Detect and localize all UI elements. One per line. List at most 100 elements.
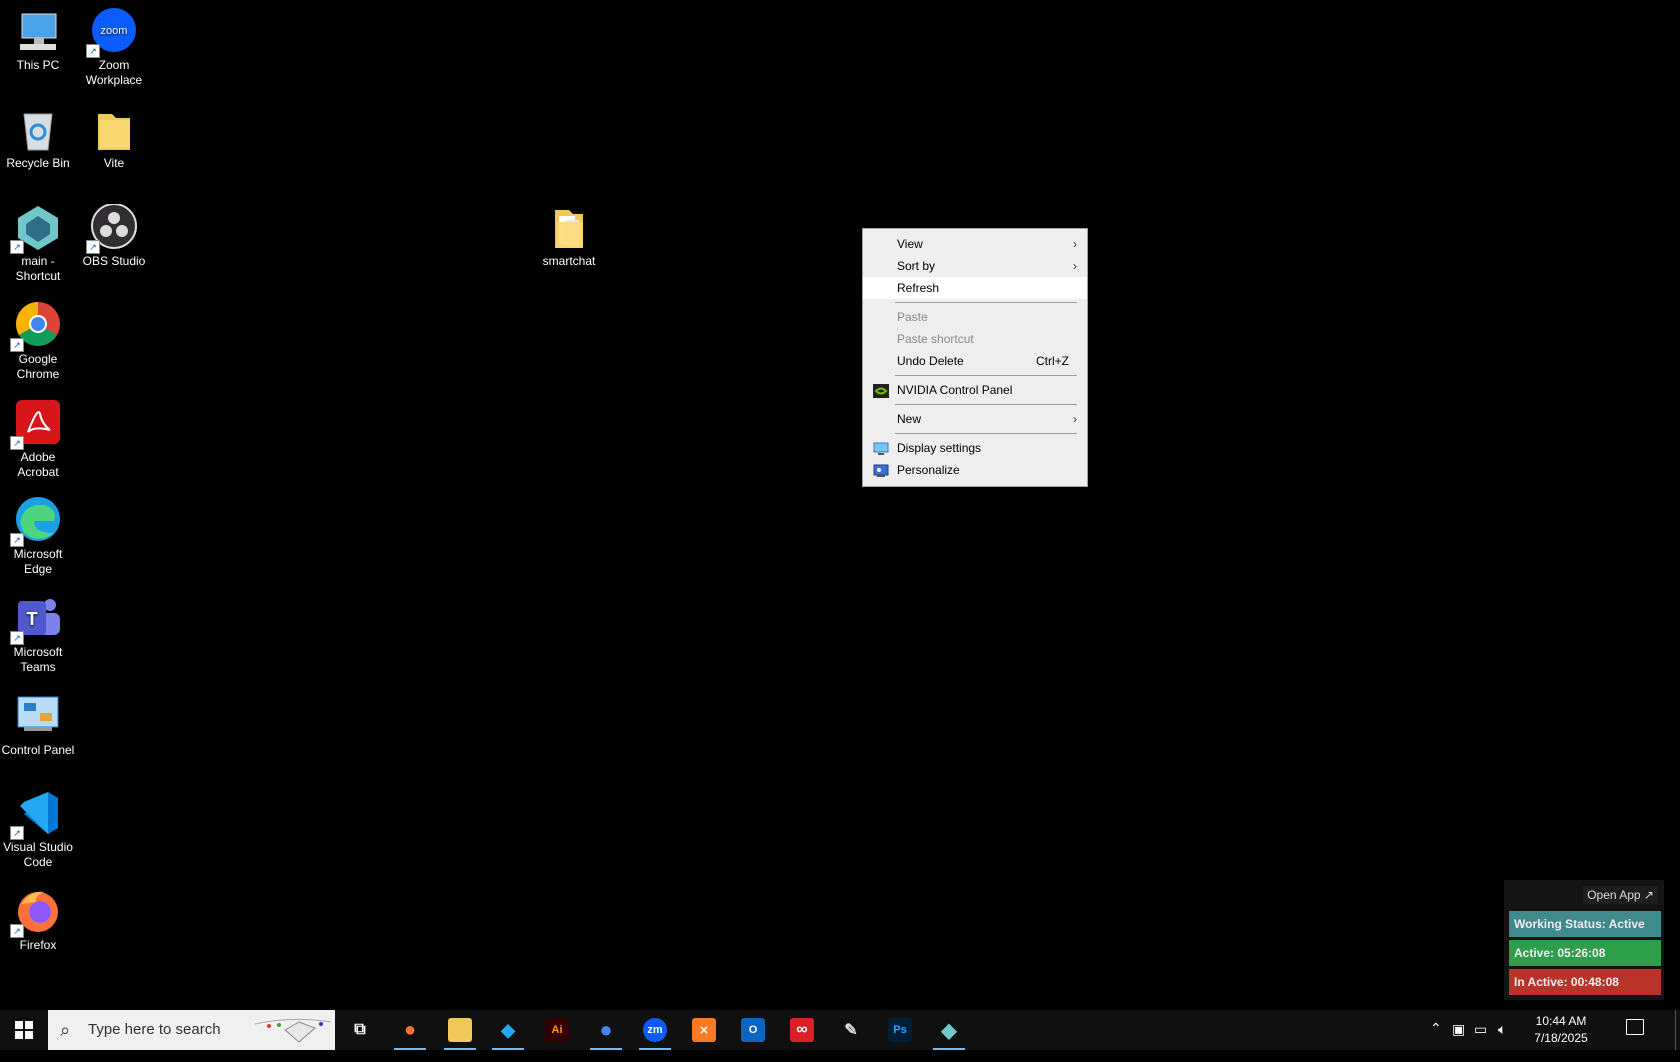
menu-item-new[interactable]: New › [863, 408, 1087, 430]
start-button[interactable] [0, 1010, 48, 1050]
desktop-icon-label: main - Shortcut [15, 254, 61, 283]
desktop-icon-label: Adobe Acrobat [17, 450, 59, 479]
taskbar-main-app[interactable]: ◆ [925, 1010, 973, 1050]
folder-icon [90, 106, 138, 154]
menu-item-label: Personalize [897, 463, 960, 477]
desktop-icon-label: Microsoft Teams [13, 645, 63, 674]
desktop-icon-acrobat[interactable]: ↗ Adobe Acrobat [0, 400, 76, 480]
taskbar: ⌕ Type here to search ⧉ ● ▬ ◆ Ai ● zm ✕ … [0, 1010, 1680, 1050]
task-view-icon: ⧉ [354, 1021, 366, 1038]
firefox-icon: ↗ [10, 888, 62, 938]
desktop-icon-teams[interactable]: T ↗ Microsoft Teams [0, 595, 76, 675]
desktop-icon-chrome[interactable]: ↗ Google Chrome [0, 302, 76, 382]
desktop-icon-smartchat[interactable]: smartchat [531, 204, 607, 269]
desktop-icon-edge[interactable]: ↗ Microsoft Edge [0, 497, 76, 577]
desktop-icon-zoom[interactable]: zoom ↗ Zoom Workplace [76, 8, 152, 88]
firefox-icon: ● [403, 1018, 417, 1041]
menu-item-paste-shortcut[interactable]: Paste shortcut [863, 328, 1087, 350]
chevron-right-icon: › [1073, 237, 1077, 251]
svg-text:zoom: zoom [101, 25, 128, 37]
clock-time: 10:44 AM [1535, 1014, 1587, 1028]
menu-item-undo-delete[interactable]: Undo Delete Ctrl+Z [863, 350, 1087, 372]
desktop-icon-control-panel[interactable]: Control Panel [0, 693, 76, 758]
menu-separator [895, 302, 1077, 303]
taskbar-creative-cloud[interactable]: ∞ [778, 1010, 826, 1050]
notifications-icon[interactable] [1626, 1019, 1644, 1035]
main-app-icon: ↗ [10, 204, 62, 254]
active-time-badge: Active: 05:26:08 [1509, 940, 1661, 966]
desktop-icon-vite[interactable]: Vite [76, 106, 152, 171]
taskbar-pen-tool[interactable]: ✎ [827, 1010, 875, 1050]
shortcut-arrow-icon: ↗ [86, 44, 100, 58]
menu-item-label: Refresh [897, 281, 940, 295]
zoom-icon: zm [643, 1018, 667, 1042]
desktop-icon-label: Zoom Workplace [85, 58, 143, 87]
nvidia-icon [873, 383, 889, 398]
desktop-icon-label: smartchat [542, 254, 596, 268]
network-icon[interactable]: ▭ [1474, 1021, 1487, 1038]
desktop-icon-label: Google Chrome [16, 352, 60, 381]
teams-icon: T ↗ [10, 595, 62, 645]
shortcut-arrow-icon: ↗ [10, 240, 24, 254]
menu-item-label: Sort by [897, 259, 936, 273]
shortcut-arrow-icon: ↗ [10, 338, 24, 352]
tray-app-icon[interactable]: ▣ [1452, 1021, 1465, 1038]
chevron-right-icon: › [1073, 412, 1077, 426]
taskbar-xampp[interactable]: ✕ [680, 1010, 728, 1050]
menu-item-label: Display settings [897, 441, 982, 455]
shortcut-arrow-icon: ↗ [10, 826, 24, 840]
menu-separator [895, 433, 1077, 434]
desktop-icon-label: Firefox [19, 938, 57, 952]
menu-item-refresh[interactable]: Refresh [863, 277, 1087, 299]
taskbar-zoom[interactable]: zm [631, 1010, 679, 1050]
menu-item-sort-by[interactable]: Sort by › [863, 255, 1087, 277]
system-tray: ⌃ ▣ ▭ 🔈︎ 10:44 AM 7/18/2025 [1430, 1010, 1680, 1050]
menu-item-view[interactable]: View › [863, 233, 1087, 255]
taskbar-outlook[interactable]: O [729, 1010, 777, 1050]
menu-item-personalize[interactable]: Personalize [863, 459, 1087, 481]
open-app-button[interactable]: Open App ↗ [1583, 886, 1658, 904]
desktop-icon-firefox[interactable]: ↗ Firefox [0, 888, 76, 953]
desktop-icon-obs[interactable]: ↗ OBS Studio [76, 203, 152, 269]
main-app-icon: ◆ [941, 1019, 957, 1042]
pen-icon: ✎ [844, 1022, 858, 1039]
menu-item-paste[interactable]: Paste [863, 306, 1087, 328]
folder-icon: ▬ [448, 1018, 472, 1042]
taskbar-task-view[interactable]: ⧉ [336, 1010, 384, 1050]
edge-icon: ↗ [10, 497, 62, 547]
desktop-icon-label: Recycle Bin [6, 156, 70, 170]
desktop-icon-recycle-bin[interactable]: Recycle Bin [0, 106, 76, 171]
desktop-icon-vscode[interactable]: ↗ Visual Studio Code [0, 790, 76, 870]
taskbar-illustrator[interactable]: Ai [533, 1010, 581, 1050]
search-icon: ⌕ [60, 1020, 71, 1040]
windows-icon [15, 1021, 33, 1039]
xampp-icon: ✕ [692, 1018, 716, 1042]
show-desktop-button[interactable] [1675, 1010, 1680, 1050]
desktop-icon-label: OBS Studio [82, 254, 146, 268]
creative-cloud-icon: ∞ [790, 1018, 814, 1042]
photoshop-icon: Ps [888, 1018, 912, 1042]
taskbar-vscode[interactable]: ◆ [484, 1010, 532, 1050]
desktop-icon-main-shortcut[interactable]: ↗ main - Shortcut [0, 204, 76, 284]
taskbar-search-box[interactable]: ⌕ Type here to search [48, 1010, 335, 1050]
shortcut-arrow-icon: ↗ [10, 533, 24, 547]
shortcut-arrow-icon: ↗ [10, 924, 24, 938]
menu-item-label: Paste shortcut [897, 332, 974, 346]
menu-item-display-settings[interactable]: Display settings [863, 437, 1087, 459]
clock[interactable]: 10:44 AM 7/18/2025 [1526, 1013, 1596, 1047]
taskbar-chrome[interactable]: ● [582, 1010, 630, 1050]
menu-item-label: NVIDIA Control Panel [897, 383, 1013, 397]
menu-item-nvidia-control-panel[interactable]: NVIDIA Control Panel [863, 379, 1087, 401]
taskbar-photoshop[interactable]: Ps [876, 1010, 924, 1050]
desktop-icon-this-pc[interactable]: This PC [0, 8, 76, 73]
menu-separator [895, 404, 1077, 405]
working-status-badge: Working Status: Active [1509, 911, 1661, 937]
search-highlight-illustration [254, 1016, 332, 1046]
taskbar-firefox[interactable]: ● [386, 1010, 434, 1050]
vscode-icon: ↗ [10, 790, 62, 840]
menu-separator [895, 375, 1077, 376]
desktop-icon-label: Microsoft Edge [13, 547, 63, 576]
volume-icon[interactable]: 🔈︎ [1498, 1021, 1506, 1038]
show-hidden-icons-chevron-up-icon[interactable]: ⌃ [1430, 1020, 1442, 1037]
taskbar-file-explorer[interactable]: ▬ [436, 1010, 484, 1050]
